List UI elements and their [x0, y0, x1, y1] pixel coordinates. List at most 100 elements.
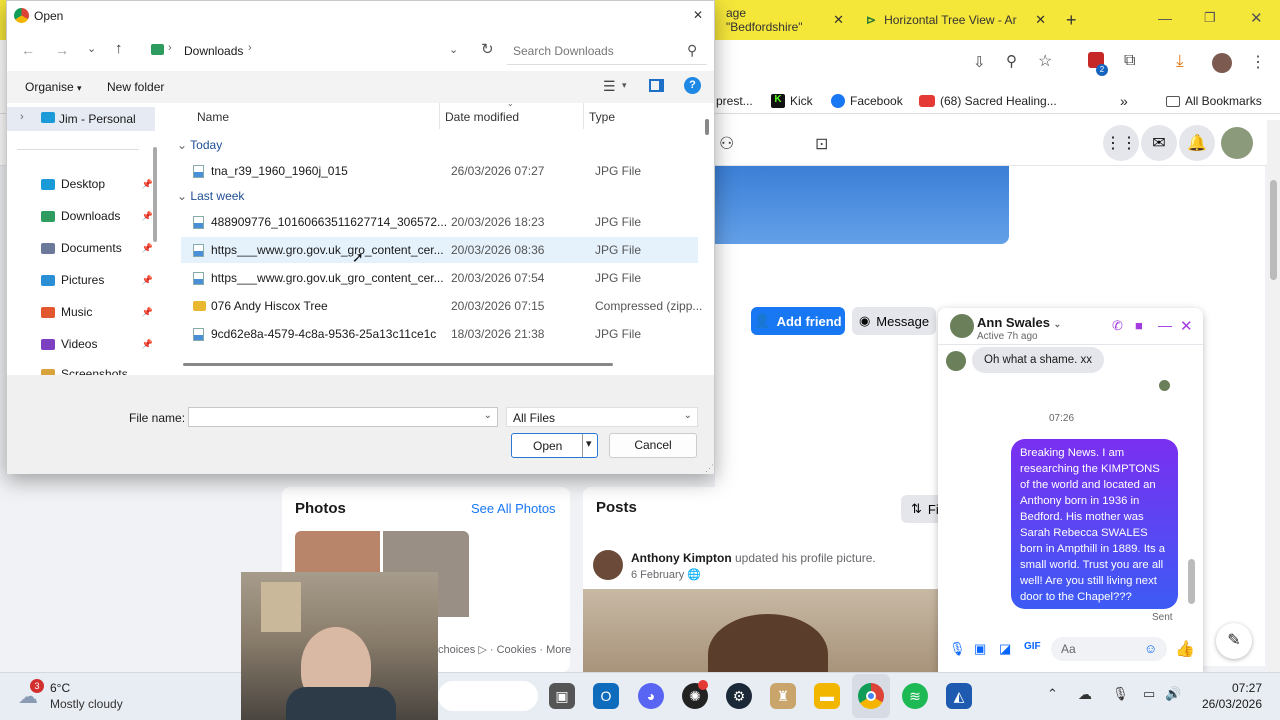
video-call-icon[interactable]: ■: [1135, 318, 1143, 333]
volume-icon[interactable]: 🔊: [1165, 686, 1181, 702]
zoom-icon[interactable]: ⚲: [1006, 52, 1017, 70]
image-attach-icon[interactable]: ▣: [974, 641, 986, 657]
tray-chevron-up-icon[interactable]: ⌃: [1047, 686, 1058, 702]
taskbar-search[interactable]: [438, 681, 538, 711]
network-icon[interactable]: ▭: [1143, 686, 1155, 702]
incoming-message[interactable]: Oh what a shame. xx: [972, 347, 1105, 373]
weather-condition[interactable]: Mostly cloudy: [50, 697, 123, 711]
file-row[interactable]: tna_r39_1960_1960j_015 26/03/2026 07:27 JP…: [181, 158, 698, 184]
weather-temperature[interactable]: 6°C: [50, 681, 70, 695]
list-vertical-scrollbar[interactable]: [705, 119, 709, 135]
group-header-today[interactable]: ⌄ Today: [177, 138, 222, 152]
bookmark-facebook[interactable]: Facebook: [831, 92, 903, 110]
menu-grid-icon[interactable]: ⋮⋮: [1103, 125, 1139, 161]
clock-date[interactable]: 26/03/2026: [1196, 697, 1262, 711]
gif-icon[interactable]: GIF: [1024, 641, 1041, 652]
onedrive-icon[interactable]: ☁: [1078, 686, 1092, 703]
nav-item-documents[interactable]: Documents 📌: [41, 237, 153, 259]
notifications-bell-icon[interactable]: 🔔: [1179, 125, 1215, 161]
close-chat-icon[interactable]: ✕: [1180, 317, 1193, 335]
chat-contact-avatar[interactable]: [950, 314, 974, 338]
breadcrumb-chevron-icon[interactable]: ›: [168, 42, 172, 54]
document-app-icon[interactable]: ◭: [946, 683, 972, 709]
nav-item-pictures[interactable]: Pictures 📌: [41, 269, 153, 291]
add-friend-button[interactable]: 👤 Add friend: [751, 307, 845, 335]
filters-button[interactable]: ⇅ Fi: [901, 495, 939, 523]
view-options-caret-icon[interactable]: ▾: [622, 80, 627, 91]
maximize-icon[interactable]: ❐: [1204, 10, 1216, 26]
organise-menu[interactable]: Organise ▾: [25, 80, 82, 94]
app-icon[interactable]: ♜: [770, 683, 796, 709]
group-header-last-week[interactable]: ⌄ Last week: [177, 189, 244, 203]
bookmark-prest[interactable]: prest...: [716, 92, 753, 110]
messenger-icon[interactable]: ✉: [1141, 125, 1177, 161]
minimize-chat-icon[interactable]: —: [1158, 317, 1172, 333]
minimize-icon[interactable]: —: [1158, 10, 1172, 26]
column-type[interactable]: Type: [589, 110, 615, 124]
voice-call-icon[interactable]: ✆: [1112, 318, 1123, 334]
refresh-icon[interactable]: ↻: [481, 40, 494, 58]
file-explorer-icon[interactable]: ▬: [814, 683, 840, 709]
install-app-icon[interactable]: ⇩: [973, 53, 986, 71]
gaming-icon[interactable]: ⊡: [815, 134, 828, 154]
help-icon[interactable]: ?: [684, 77, 701, 94]
outgoing-message[interactable]: Breaking News. I am researching the KIMP…: [1011, 439, 1178, 609]
bookmarks-more-icon[interactable]: »: [1120, 92, 1128, 110]
profile-avatar[interactable]: [1212, 53, 1232, 73]
message-button[interactable]: ◉ Message: [852, 307, 936, 335]
sticker-icon[interactable]: ◪: [999, 641, 1011, 657]
tab-close-icon[interactable]: ✕: [1035, 12, 1046, 28]
nav-item-videos[interactable]: Videos 📌: [41, 333, 153, 355]
bookmark-star-icon[interactable]: ☆: [1038, 51, 1052, 71]
up-arrow-icon[interactable]: ↑: [115, 40, 123, 57]
emoji-icon[interactable]: ☺: [1144, 641, 1157, 656]
post-author-avatar[interactable]: [593, 550, 623, 580]
expand-chevron-icon[interactable]: ›: [20, 111, 24, 123]
open-button[interactable]: Open ▾: [511, 433, 598, 458]
downloads-icon[interactable]: ⤓: [1176, 51, 1184, 71]
groups-icon[interactable]: ⚇: [719, 134, 734, 154]
outlook-icon[interactable]: O: [593, 683, 619, 709]
tab-bedfordshire[interactable]: age "Bedfordshire" ✕: [716, 6, 854, 34]
file-name-dropdown-chevron-icon[interactable]: ⌄: [484, 410, 492, 421]
file-row[interactable]: 488909776_10160663511627714_306572... 20/…: [181, 209, 698, 235]
resize-grip-icon[interactable]: ⋰: [705, 463, 714, 474]
discord-icon[interactable]: ◕: [638, 683, 664, 709]
chat-scrollbar[interactable]: [1186, 349, 1198, 613]
nav-item-downloads[interactable]: Downloads 📌: [41, 205, 153, 227]
breadcrumb-chevron-icon[interactable]: ›: [248, 42, 252, 54]
collapse-chevron-icon[interactable]: ⌄: [177, 138, 190, 152]
search-icon[interactable]: ⚲: [687, 42, 697, 59]
task-view-icon[interactable]: ▣: [549, 683, 575, 709]
chat-contact-name[interactable]: Ann Swales ⌄: [977, 315, 1061, 330]
file-row[interactable]: https___www.gro.gov.uk_gro_content_cer..…: [181, 237, 698, 263]
file-name-input[interactable]: ⌄: [188, 407, 498, 427]
nav-item-music[interactable]: Music 📌: [41, 301, 153, 323]
tab-horizontal-tree-view[interactable]: ⊳ Horizontal Tree View - Ar ✕: [856, 6, 1056, 34]
bookmark-kick[interactable]: K Kick: [771, 92, 813, 110]
nav-scrollbar[interactable]: [153, 147, 157, 242]
post-date[interactable]: 6 February: [631, 569, 684, 581]
spotify-icon[interactable]: ≋: [902, 683, 928, 709]
column-name[interactable]: Name: [197, 110, 229, 124]
breadcrumb-downloads[interactable]: Downloads: [184, 44, 243, 58]
footer-links[interactable]: choices ▷ · Cookies · More: [438, 643, 571, 656]
file-type-filter-select[interactable]: All Files ⌄: [506, 407, 698, 427]
account-avatar[interactable]: [1221, 127, 1253, 159]
list-horizontal-scrollbar[interactable]: [183, 363, 613, 366]
view-options-icon[interactable]: ☰: [603, 78, 616, 95]
bookmark-sacred-healing[interactable]: (68) Sacred Healing...: [919, 92, 1057, 110]
file-row[interactable]: 076 Andy Hiscox Tree 20/03/2026 07:15 Comp…: [181, 293, 702, 319]
chrome-menu-icon[interactable]: ⋮: [1250, 52, 1266, 72]
dialog-close-icon[interactable]: ✕: [693, 8, 703, 22]
page-scrollbar[interactable]: [1267, 120, 1280, 672]
microphone-icon[interactable]: 🎙: [949, 641, 966, 657]
forward-arrow-icon[interactable]: →: [55, 42, 69, 58]
preview-pane-icon[interactable]: [649, 79, 664, 92]
collapse-chevron-icon[interactable]: ⌄: [177, 189, 190, 203]
file-row[interactable]: 9cd62e8a-4579-4c8a-9536-25a13c11ce1c 18/0…: [181, 321, 698, 347]
bookmark-all-bookmarks[interactable]: All Bookmarks: [1166, 92, 1262, 110]
new-message-compose-icon[interactable]: ✎: [1216, 623, 1252, 659]
search-downloads-field[interactable]: Search Downloads ⚲: [507, 35, 707, 65]
back-arrow-icon[interactable]: ←: [21, 42, 35, 58]
